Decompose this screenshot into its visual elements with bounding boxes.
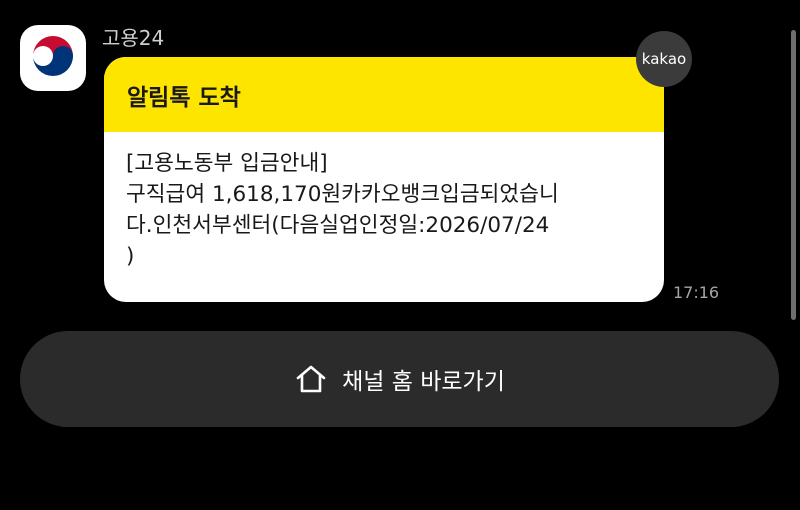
korea-government-emblem-icon <box>30 33 76 83</box>
chat-area: 고용24 알림톡 도착 [고용노동부 입금안내] 구직급여 1,618,170원… <box>0 0 800 510</box>
message-bubble[interactable]: 알림톡 도착 [고용노동부 입금안내] 구직급여 1,618,170원카카오뱅크… <box>104 57 664 302</box>
message-timestamp: 17:16 <box>673 283 720 302</box>
message-line: 구직급여 1,618,170원카카오뱅크입금되었습니 <box>126 182 559 207</box>
message-line: 다.인천서부센터(다음실업인정일:2026/07/24 <box>126 213 550 238</box>
message-line: ) <box>126 244 135 269</box>
message-title: 알림톡 도착 <box>127 84 241 111</box>
sender-avatar[interactable] <box>20 25 86 91</box>
message-body: [고용노동부 입금안내] 구직급여 1,618,170원카카오뱅크입금되었습니 … <box>104 132 664 272</box>
message-line: [고용노동부 입금안내] <box>126 151 328 176</box>
message-header: 알림톡 도착 <box>104 57 664 132</box>
home-icon <box>294 363 328 395</box>
channel-home-label: 채널 홈 바로가기 <box>342 369 505 395</box>
sender-name: 고용24 <box>102 26 165 50</box>
channel-home-button[interactable]: 채널 홈 바로가기 <box>20 331 779 427</box>
scrollbar[interactable] <box>791 30 796 320</box>
kakao-badge: kakao <box>636 31 692 87</box>
